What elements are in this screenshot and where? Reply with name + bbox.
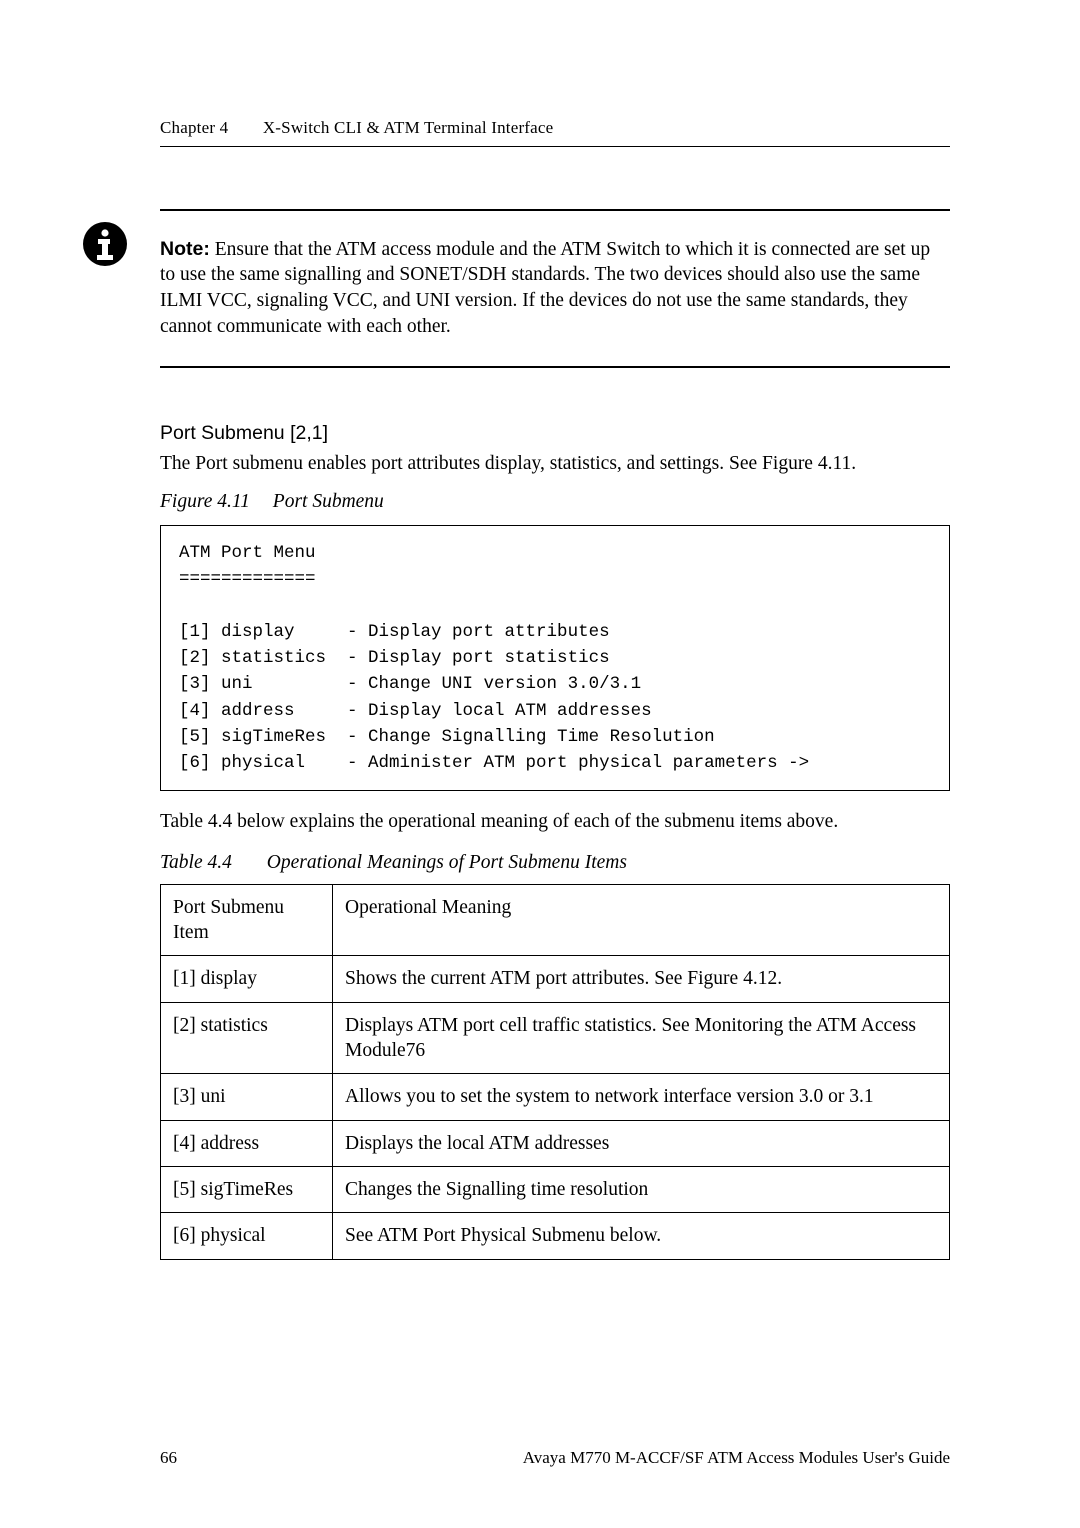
page-number: 66 (160, 1448, 177, 1468)
table-caption: Table 4.4 Operational Meanings of Port S… (160, 852, 950, 874)
table-row: [4] address Displays the local ATM addre… (161, 1120, 950, 1166)
cell-meaning: Shows the current ATM port attributes. S… (333, 956, 950, 1002)
note-label: Note: (160, 238, 210, 260)
cell-item: [3] uni (161, 1074, 333, 1120)
note-rule-bottom (160, 366, 950, 368)
cell-meaning: Displays ATM port cell traffic statistic… (333, 1002, 950, 1074)
cell-meaning: Changes the Signalling time resolution (333, 1166, 950, 1212)
figure-caption: Figure 4.11 Port Submenu (160, 491, 950, 513)
table-number: Table 4.4 (160, 852, 232, 873)
page-footer: 66 Avaya M770 M-ACCF/SF ATM Access Modul… (160, 1448, 950, 1468)
section-intro: The Port submenu enables port attributes… (160, 451, 950, 477)
header-rule (160, 146, 950, 147)
code-listing: ATM Port Menu ============= [1] display … (160, 525, 950, 791)
col-header-item: Port Submenu Item (161, 884, 333, 956)
note-rule-top (160, 209, 950, 211)
section-heading: Port Submenu [2,1] (160, 422, 950, 445)
cell-item: [4] address (161, 1120, 333, 1166)
chapter-label: Chapter 4 (160, 118, 228, 137)
figure-title: Port Submenu (273, 491, 384, 512)
note-body: Note: Ensure that the ATM access module … (160, 231, 950, 347)
port-submenu-table: Port Submenu Item Operational Meaning [1… (160, 884, 950, 1260)
note-text: Ensure that the ATM access module and th… (160, 239, 930, 338)
running-header: Chapter 4 X-Switch CLI & ATM Terminal In… (160, 118, 950, 138)
info-icon (82, 221, 128, 267)
doc-title: Avaya M770 M-ACCF/SF ATM Access Modules … (523, 1448, 950, 1468)
table-row: [5] sigTimeRes Changes the Signalling ti… (161, 1166, 950, 1212)
table-row: [2] statistics Displays ATM port cell tr… (161, 1002, 950, 1074)
cell-item: [5] sigTimeRes (161, 1166, 333, 1212)
chapter-title: X-Switch CLI & ATM Terminal Interface (263, 118, 554, 137)
cell-meaning: See ATM Port Physical Submenu below. (333, 1213, 950, 1259)
table-row: [1] display Shows the current ATM port a… (161, 956, 950, 1002)
cell-meaning: Displays the local ATM addresses (333, 1120, 950, 1166)
after-figure-text: Table 4.4 below explains the operational… (160, 809, 950, 835)
note-block: Note: Ensure that the ATM access module … (160, 209, 950, 368)
cell-item: [6] physical (161, 1213, 333, 1259)
col-header-meaning: Operational Meaning (333, 884, 950, 956)
table-row: [3] uni Allows you to set the system to … (161, 1074, 950, 1120)
cell-item: [2] statistics (161, 1002, 333, 1074)
table-row: [6] physical See ATM Port Physical Subme… (161, 1213, 950, 1259)
cell-item: [1] display (161, 956, 333, 1002)
cell-meaning: Allows you to set the system to network … (333, 1074, 950, 1120)
table-title: Operational Meanings of Port Submenu Ite… (267, 852, 627, 873)
table-header-row: Port Submenu Item Operational Meaning (161, 884, 950, 956)
figure-number: Figure 4.11 (160, 491, 250, 512)
